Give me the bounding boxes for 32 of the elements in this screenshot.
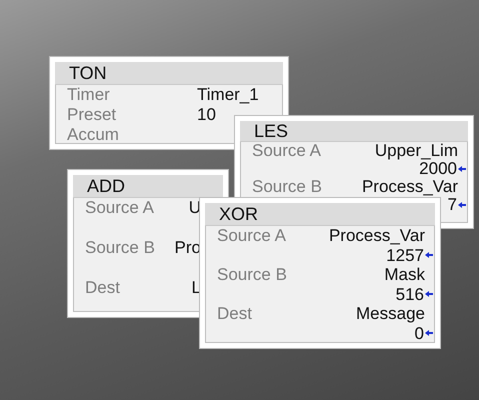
- parameter-label: Preset: [67, 105, 118, 125]
- arrow-icon: [458, 202, 466, 208]
- arrow-icon: [458, 166, 466, 172]
- tag-name: Process_Var: [328, 226, 425, 246]
- block-title: XOR: [205, 203, 435, 226]
- arrow-icon: [425, 291, 433, 298]
- parameter-label: Dest: [217, 304, 252, 324]
- parameter-label: Source A: [85, 198, 154, 218]
- tag-name: Mask: [384, 265, 425, 284]
- parameter-label: Source A: [252, 142, 321, 160]
- parameter-label: Source B: [85, 238, 155, 258]
- block-title: TON: [55, 62, 283, 85]
- parameter-label: Timer: [67, 85, 111, 105]
- arrow-icon: [425, 330, 433, 336]
- parameter-label: Source B: [252, 178, 322, 196]
- parameter-label: Accum: [67, 125, 120, 144]
- parameter-label: Dest: [85, 278, 120, 298]
- block-title: ADD: [73, 175, 223, 198]
- parameter-value: 1257: [386, 246, 424, 265]
- tag-name: Process_Var: [362, 178, 458, 196]
- tag-name: Message: [356, 304, 425, 324]
- arrow-icon: [425, 252, 433, 258]
- tag-name: Upper_Lim: [374, 142, 458, 160]
- parameter-value: 0: [414, 324, 424, 343]
- parameter-label: Source B: [217, 265, 287, 284]
- parameter-value: 2000: [419, 160, 457, 178]
- block-title: LES: [240, 121, 468, 142]
- parameter-value: 7: [448, 196, 457, 214]
- tag-name: Timer_1: [197, 85, 259, 105]
- parameter-label: Source A: [217, 226, 286, 246]
- parameter-value: 516: [396, 284, 424, 304]
- tag-name: 10: [197, 105, 216, 125]
